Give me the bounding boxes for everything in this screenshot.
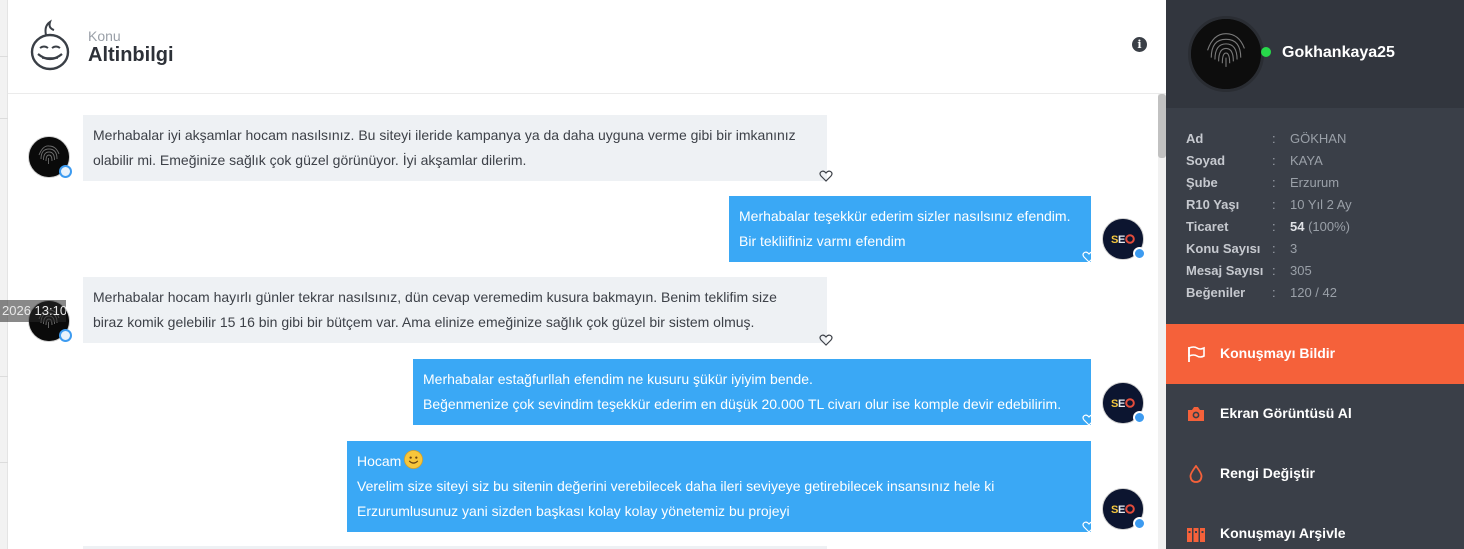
detail-value: 3: [1290, 241, 1298, 256]
message-bubble-outgoing[interactable]: Merhabalar estağfurllah efendim ne kusur…: [413, 359, 1091, 425]
detail-row: Ad : GÖKHAN: [1186, 128, 1446, 150]
like-heart-icon[interactable]: [1082, 413, 1096, 427]
detail-row: Konu Sayısı : 3: [1186, 238, 1446, 260]
svg-text:E: E: [1118, 234, 1125, 246]
detail-key: Beğeniler: [1186, 285, 1246, 300]
detail-value: 54 (100%): [1290, 219, 1350, 234]
message-text: Verelim size siteyi siz bu sitenin değer…: [357, 478, 995, 494]
background-timestamp: 2026 13:10: [0, 300, 66, 322]
message-text: Merhabalar estağfurllah efendim ne kusur…: [423, 371, 813, 387]
message-text: biraz komik gelebilir 15 16 bin gibi bir…: [93, 314, 755, 330]
message-text: olabilir mi. Emeğinize sağlık çok güzel …: [93, 152, 527, 168]
detail-value: 10 Yıl 2 Ay: [1290, 197, 1352, 212]
username[interactable]: Gokhankaya25: [1282, 44, 1395, 62]
message-bubble-incoming[interactable]: Merhabalar iyi akşamlar hocam nasılsınız…: [83, 115, 827, 181]
message-text: Merhabalar teşekkür ederim sizler nasıls…: [739, 208, 1071, 224]
verified-badge-icon: [1133, 517, 1146, 530]
action-label: Konuşmayı Arşivle: [1220, 525, 1346, 541]
mascot-logo-icon: [30, 19, 70, 71]
detail-value: KAYA: [1290, 153, 1323, 168]
user-avatar[interactable]: [1188, 16, 1264, 92]
flag-icon: [1188, 346, 1205, 362]
recipient-avatar[interactable]: S E: [1102, 218, 1146, 260]
report-conversation-button[interactable]: Konuşmayı Bildir: [1166, 324, 1464, 384]
like-heart-icon[interactable]: [1082, 520, 1096, 534]
take-screenshot-button[interactable]: Ekran Görüntüsü Al: [1166, 384, 1464, 444]
detail-row: Beğeniler : 120 / 42: [1186, 282, 1446, 304]
message-bubble-outgoing[interactable]: Hocam Verelim size siteyi siz bu sitenin…: [347, 441, 1091, 532]
detail-row: Ticaret : 54 (100%): [1186, 216, 1446, 238]
archive-icon: [1187, 528, 1205, 542]
recipient-avatar[interactable]: S E: [1102, 488, 1146, 530]
detail-separator: :: [1272, 263, 1276, 278]
verified-badge-icon: [1133, 411, 1146, 424]
verified-badge-icon: [59, 329, 72, 342]
detail-separator: :: [1272, 131, 1276, 146]
user-sidebar: Gokhankaya25 Ad : GÖKHAN Soyad : KAYA Şu…: [1166, 0, 1464, 549]
detail-value: GÖKHAN: [1290, 131, 1347, 146]
background-page-strip: [0, 0, 8, 549]
message-text: Hocam: [357, 449, 1081, 474]
detail-row: Mesaj Sayısı : 305: [1186, 260, 1446, 282]
header-kicker: Konu: [88, 28, 121, 44]
detail-value: 120 / 42: [1290, 285, 1337, 300]
detail-key: R10 Yaşı: [1186, 197, 1240, 212]
drop-icon: [1189, 465, 1203, 483]
message-text: Erzurumlusunuz yani sizden başkası kolay…: [357, 503, 790, 519]
message-scrollbar[interactable]: [1158, 94, 1166, 549]
detail-row: R10 Yaşı : 10 Yıl 2 Ay: [1186, 194, 1446, 216]
smile-emoji-icon: [404, 450, 424, 469]
like-heart-icon[interactable]: [819, 333, 833, 347]
message-text: Merhabalar hocam hayırlı günler tekrar n…: [93, 289, 777, 305]
action-label: Ekran Görüntüsü Al: [1220, 405, 1352, 421]
like-heart-icon[interactable]: [1082, 250, 1096, 264]
detail-value: 305: [1290, 263, 1312, 278]
info-icon[interactable]: i: [1132, 37, 1147, 52]
detail-value: Erzurum: [1290, 175, 1340, 190]
change-color-button[interactable]: Rengi Değiştir: [1166, 444, 1464, 504]
detail-row: Soyad : KAYA: [1186, 150, 1446, 172]
svg-text:E: E: [1118, 398, 1125, 410]
message-bubble-incoming[interactable]: Merhabalar hocam hayırlı günler tekrar n…: [83, 277, 827, 343]
detail-key: Mesaj Sayısı: [1186, 263, 1264, 278]
detail-key: Ticaret: [1186, 219, 1229, 234]
online-status-indicator: [1261, 47, 1271, 57]
detail-separator: :: [1272, 197, 1276, 212]
detail-separator: :: [1272, 219, 1276, 234]
scrollbar-thumb[interactable]: [1158, 94, 1166, 158]
svg-text:E: E: [1118, 504, 1125, 516]
message-text: Bir tekliifiniz varmı efendim: [739, 233, 906, 249]
like-heart-icon[interactable]: [819, 169, 833, 183]
sender-avatar[interactable]: [28, 136, 72, 178]
message-bubble-outgoing[interactable]: Merhabalar teşekkür ederim sizler nasıls…: [729, 196, 1091, 262]
verified-badge-icon: [59, 165, 72, 178]
chat-window: Konu Altinbilgi i Merhabalar iyi akşamla…: [0, 0, 1464, 549]
detail-separator: :: [1272, 285, 1276, 300]
detail-key: Soyad: [1186, 153, 1226, 168]
action-label: Rengi Değiştir: [1220, 465, 1315, 481]
detail-key: Şube: [1186, 175, 1218, 190]
detail-separator: :: [1272, 175, 1276, 190]
verified-badge-icon: [1133, 247, 1146, 260]
message-list: Merhabalar iyi akşamlar hocam nasılsınız…: [8, 94, 1158, 549]
detail-separator: :: [1272, 153, 1276, 168]
message-text: Beğenmenize çok sevindim teşekkür ederim…: [423, 396, 1062, 412]
user-header: Gokhankaya25: [1166, 0, 1464, 108]
detail-key: Ad: [1186, 131, 1204, 146]
conversation-title[interactable]: Altinbilgi: [88, 44, 174, 67]
recipient-avatar[interactable]: S E: [1102, 382, 1146, 424]
user-details: Ad : GÖKHAN Soyad : KAYA Şube : Erzurum …: [1186, 128, 1446, 304]
detail-separator: :: [1272, 241, 1276, 256]
conversation-panel: Konu Altinbilgi i Merhabalar iyi akşamla…: [8, 0, 1166, 549]
action-label: Konuşmayı Bildir: [1220, 345, 1336, 361]
detail-row: Şube : Erzurum: [1186, 172, 1446, 194]
message-text: Merhabalar iyi akşamlar hocam nasılsınız…: [93, 127, 796, 143]
archive-conversation-button[interactable]: Konuşmayı Arşivle: [1166, 504, 1464, 549]
conversation-header: Konu Altinbilgi i: [8, 0, 1166, 94]
detail-key: Konu Sayısı: [1186, 241, 1261, 256]
camera-icon: [1188, 407, 1204, 421]
